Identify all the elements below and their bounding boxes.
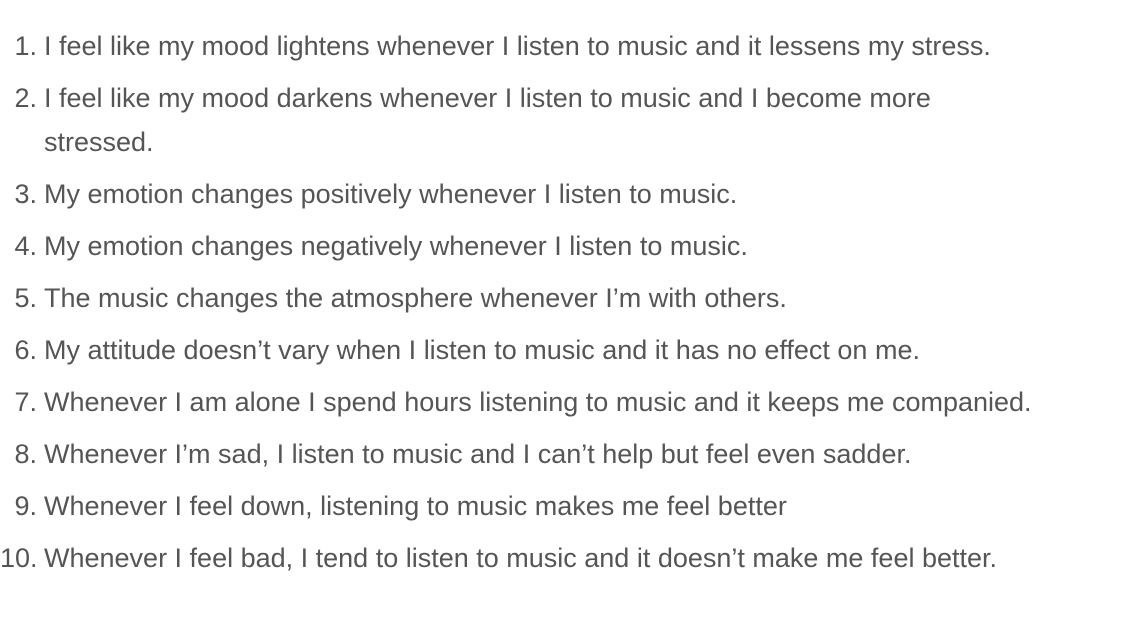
list-item: 3. My emotion changes positively wheneve…: [0, 172, 1144, 216]
list-item: 8. Whenever I’m sad, I listen to music a…: [0, 432, 1144, 476]
list-item: 5. The music changes the atmosphere when…: [0, 276, 1144, 320]
list-item-number: 3.: [14, 179, 37, 209]
list-item-number: 6.: [14, 335, 37, 365]
list-item-number: 1.: [14, 31, 37, 61]
list-item-text: My emotion changes negatively whenever I…: [44, 231, 748, 261]
list-item-text: Whenever I feel bad, I tend to listen to…: [44, 543, 998, 573]
survey-statement-list: 1. I feel like my mood lightens whenever…: [0, 24, 1144, 588]
list-item-text: My emotion changes positively whenever I…: [44, 179, 738, 209]
list-item-number: 2.: [14, 83, 37, 113]
list-item: 6. My attitude doesn’t vary when I liste…: [0, 328, 1144, 372]
list-item-text: My attitude doesn’t vary when I listen t…: [44, 335, 920, 365]
list-item-number: 10.: [0, 543, 38, 573]
list-item: 2. I feel like my mood darkens whenever …: [0, 76, 1144, 164]
list-item-number: 5.: [14, 283, 37, 313]
list-item-text: Whenever I’m sad, I listen to music and …: [44, 439, 912, 469]
list-item: 7. Whenever I am alone I spend hours lis…: [0, 380, 1144, 424]
list-item-text: Whenever I am alone I spend hours listen…: [44, 387, 1032, 417]
list-item-number: 8.: [14, 439, 37, 469]
list-item-number: 9.: [14, 491, 37, 521]
list-item-number: 7.: [14, 387, 37, 417]
list-item-text: The music changes the atmosphere wheneve…: [44, 283, 787, 313]
list-item: 1. I feel like my mood lightens whenever…: [0, 24, 1144, 68]
list-item-text: I feel like my mood lightens whenever I …: [44, 31, 991, 61]
list-item-text: I feel like my mood darkens whenever I l…: [44, 83, 931, 157]
list-item: 9. Whenever I feel down, listening to mu…: [0, 484, 1144, 528]
list-item: 4. My emotion changes negatively wheneve…: [0, 224, 1144, 268]
list-item-text: Whenever I feel down, listening to music…: [44, 491, 787, 521]
list-item: 10. Whenever I feel bad, I tend to liste…: [0, 536, 1144, 580]
list-item-number: 4.: [14, 231, 37, 261]
